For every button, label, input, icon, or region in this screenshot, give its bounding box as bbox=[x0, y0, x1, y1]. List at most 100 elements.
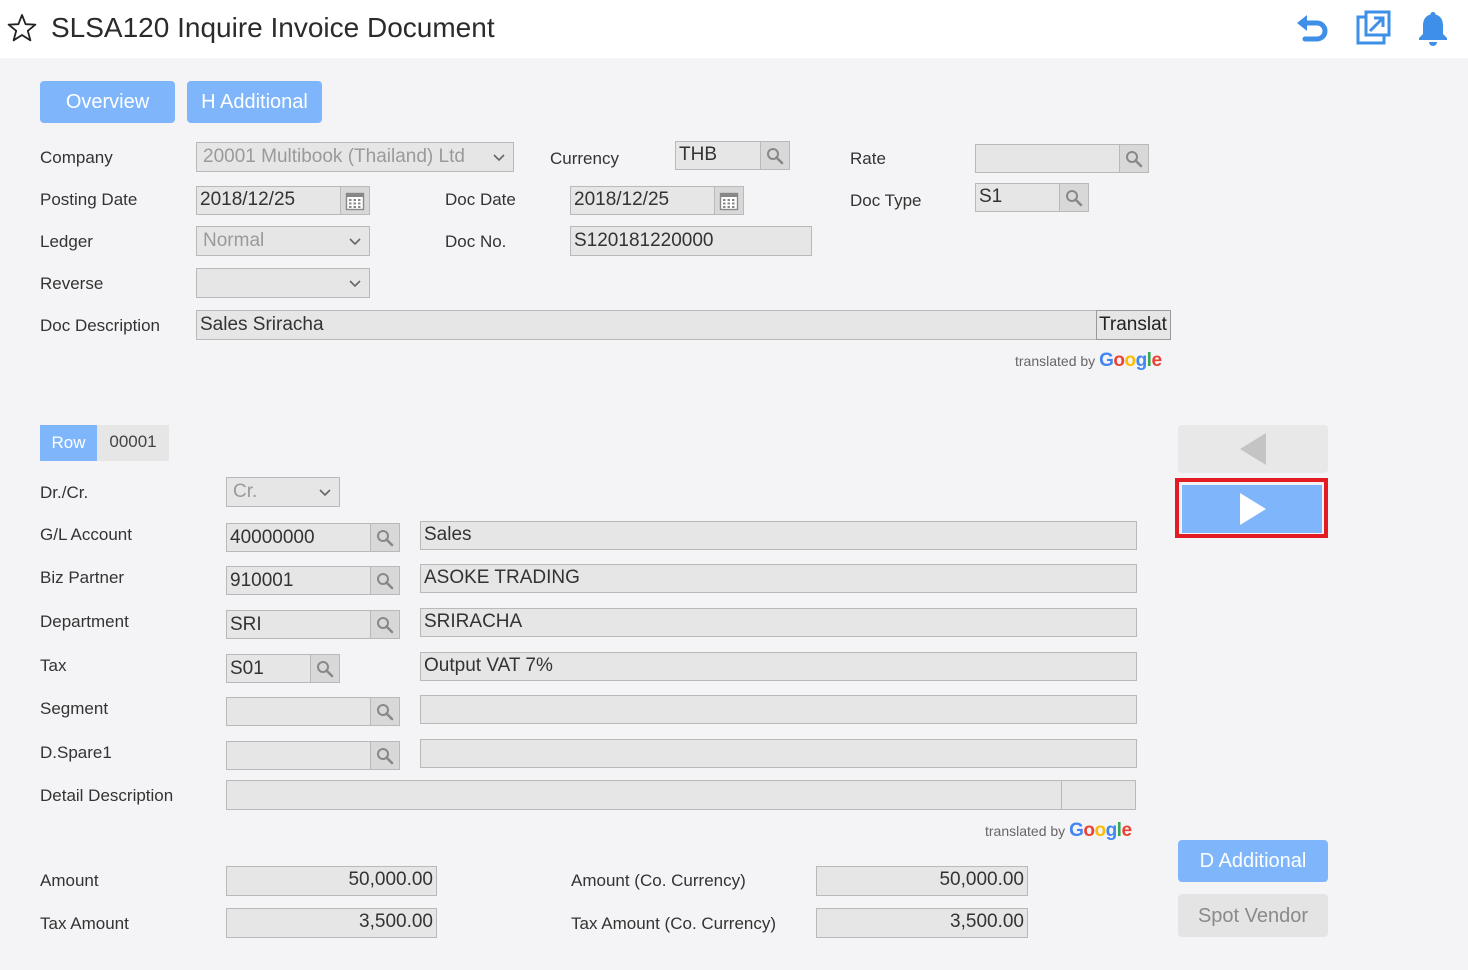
posting-date-label: Posting Date bbox=[40, 190, 138, 209]
ledger-value: Normal bbox=[203, 230, 265, 251]
detail-translate-button[interactable] bbox=[1061, 780, 1136, 810]
dspare1-search-button[interactable] bbox=[370, 741, 400, 770]
google-logo: Google bbox=[1099, 350, 1162, 371]
google-logo: Google bbox=[1069, 820, 1132, 841]
doc-date-calendar-button[interactable] bbox=[714, 186, 744, 215]
tax-name-field: Output VAT 7% bbox=[420, 652, 1137, 681]
search-icon bbox=[377, 747, 394, 764]
dspare1-name-field bbox=[420, 739, 1137, 768]
doc-type-search-button[interactable] bbox=[1059, 183, 1089, 212]
amount-label: Amount bbox=[40, 871, 99, 890]
company-select[interactable]: 20001 Multibook (Thailand) Ltd bbox=[196, 142, 514, 172]
segment-name-field bbox=[420, 695, 1137, 724]
undo-icon[interactable] bbox=[1293, 9, 1331, 47]
gl-account-search-button[interactable] bbox=[370, 523, 400, 552]
tax-amount-co-currency-label: Tax Amount (Co. Currency) bbox=[571, 914, 777, 933]
rate-input[interactable] bbox=[975, 144, 1120, 173]
next-row-button[interactable] bbox=[1182, 485, 1322, 533]
page-title: SLSA120 Inquire Invoice Document bbox=[51, 12, 495, 43]
doc-description-input[interactable]: Sales Sriracha bbox=[196, 310, 1098, 340]
currency-label: Currency bbox=[550, 149, 619, 168]
drcr-value: Cr. bbox=[233, 481, 258, 502]
triangle-left-icon bbox=[1240, 433, 1266, 465]
search-icon bbox=[377, 529, 394, 546]
bell-icon[interactable] bbox=[1414, 9, 1452, 47]
doc-date-input[interactable]: 2018/12/25 bbox=[570, 186, 716, 215]
company-value: 20001 Multibook (Thailand) Ltd bbox=[203, 146, 465, 167]
search-icon bbox=[1066, 189, 1083, 206]
search-icon bbox=[1126, 150, 1143, 167]
header-bar: SLSA120 Inquire Invoice Document bbox=[0, 0, 1468, 58]
doc-no-input[interactable]: S120181220000 bbox=[570, 226, 812, 256]
gl-account-label: G/L Account bbox=[40, 525, 132, 544]
department-search-button[interactable] bbox=[370, 610, 400, 639]
doc-type-label: Doc Type bbox=[850, 191, 922, 210]
gl-account-name-field: Sales bbox=[420, 521, 1137, 550]
drcr-label: Dr./Cr. bbox=[40, 483, 89, 502]
search-icon bbox=[317, 660, 334, 677]
d-additional-button[interactable]: D Additional bbox=[1178, 840, 1328, 882]
department-name-field: SRIRACHA bbox=[420, 608, 1137, 637]
row-label: Row bbox=[40, 425, 97, 461]
tax-label: Tax bbox=[40, 656, 67, 675]
doc-description-label: Doc Description bbox=[40, 316, 160, 335]
row-number: 00001 bbox=[97, 425, 169, 461]
department-code-input[interactable]: SRI bbox=[226, 610, 372, 639]
biz-partner-label: Biz Partner bbox=[40, 568, 125, 587]
chevron-down-icon bbox=[493, 154, 505, 162]
detail-description-label: Detail Description bbox=[40, 786, 174, 805]
dspare1-label: D.Spare1 bbox=[40, 743, 112, 762]
search-icon bbox=[377, 572, 394, 589]
amount-field: 50,000.00 bbox=[226, 866, 437, 896]
chevron-down-icon bbox=[349, 238, 361, 246]
detail-translated-by-google: translated by Google bbox=[985, 820, 1132, 841]
department-label: Department bbox=[40, 612, 129, 631]
biz-partner-code-input[interactable]: 910001 bbox=[226, 566, 372, 595]
star-icon[interactable] bbox=[6, 12, 38, 44]
segment-label: Segment bbox=[40, 699, 109, 718]
translate-button[interactable]: Translat bbox=[1096, 310, 1171, 340]
company-label: Company bbox=[40, 148, 113, 167]
biz-partner-name-field: ASOKE TRADING bbox=[420, 564, 1137, 593]
search-icon bbox=[377, 703, 394, 720]
tax-search-button[interactable] bbox=[310, 654, 340, 683]
reverse-select[interactable] bbox=[196, 268, 370, 298]
tax-amount-co-currency-field: 3,500.00 bbox=[816, 908, 1028, 938]
tax-amount-field: 3,500.00 bbox=[226, 908, 437, 938]
previous-row-button[interactable] bbox=[1178, 425, 1328, 473]
translated-by-google: translated by Google bbox=[1015, 350, 1162, 371]
rate-search-button[interactable] bbox=[1119, 144, 1149, 173]
calendar-icon bbox=[345, 192, 365, 210]
doc-no-label: Doc No. bbox=[445, 232, 507, 251]
doc-date-label: Doc Date bbox=[445, 190, 516, 209]
spot-vendor-button[interactable]: Spot Vendor bbox=[1178, 894, 1328, 937]
tax-code-input[interactable]: S01 bbox=[226, 654, 312, 683]
ledger-label: Ledger bbox=[40, 232, 93, 251]
posting-date-input[interactable]: 2018/12/25 bbox=[196, 186, 342, 215]
biz-partner-search-button[interactable] bbox=[370, 566, 400, 595]
amount-co-currency-label: Amount (Co. Currency) bbox=[571, 871, 746, 890]
search-icon bbox=[377, 616, 394, 633]
dspare1-code-input[interactable] bbox=[226, 741, 372, 770]
calendar-icon bbox=[719, 192, 739, 210]
currency-input[interactable]: THB bbox=[675, 141, 761, 170]
triangle-right-icon bbox=[1240, 493, 1266, 525]
segment-search-button[interactable] bbox=[370, 697, 400, 726]
search-icon bbox=[767, 147, 784, 164]
ledger-select[interactable]: Normal bbox=[196, 226, 370, 256]
segment-code-input[interactable] bbox=[226, 697, 372, 726]
tab-h-additional[interactable]: H Additional bbox=[187, 81, 322, 123]
tab-overview[interactable]: Overview bbox=[40, 81, 175, 123]
detail-description-input[interactable] bbox=[226, 780, 1062, 810]
rate-label: Rate bbox=[850, 149, 886, 168]
chevron-down-icon bbox=[319, 489, 331, 497]
currency-search-button[interactable] bbox=[760, 141, 790, 170]
open-external-icon[interactable] bbox=[1354, 9, 1392, 47]
drcr-select[interactable]: Cr. bbox=[226, 477, 340, 507]
doc-type-input[interactable]: S1 bbox=[975, 183, 1060, 212]
chevron-down-icon bbox=[349, 280, 361, 288]
gl-account-code-input[interactable]: 40000000 bbox=[226, 523, 372, 552]
posting-date-calendar-button[interactable] bbox=[340, 186, 370, 215]
reverse-label: Reverse bbox=[40, 274, 104, 293]
tax-amount-label: Tax Amount bbox=[40, 914, 129, 933]
